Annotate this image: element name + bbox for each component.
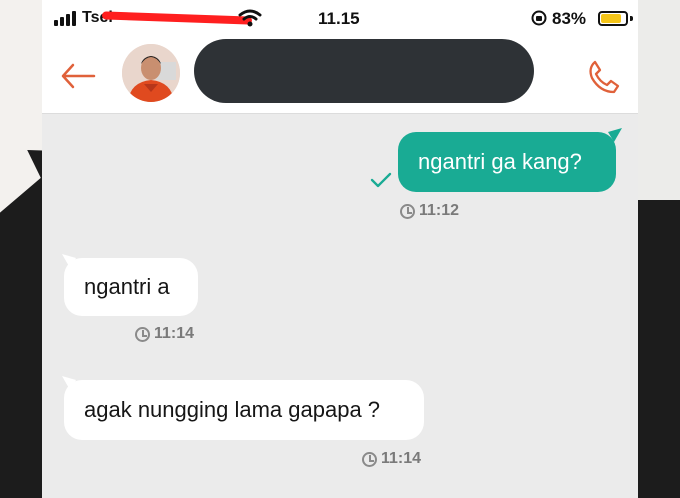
contact-name-redacted — [194, 39, 534, 103]
wifi-icon — [238, 9, 262, 27]
message-text: ngantri ga kang? — [418, 149, 582, 174]
status-time: 11.15 — [318, 9, 360, 28]
battery-nub — [630, 16, 633, 21]
message-bubble-outgoing[interactable]: ngantri ga kang? — [398, 132, 616, 192]
bubble-tail — [62, 254, 76, 268]
battery-percent: 83% — [552, 9, 587, 28]
read-checkmark-icon — [370, 172, 392, 188]
message-text: agak nungging lama gapapa ? — [84, 397, 381, 422]
timestamp-text: 11:14 — [381, 450, 422, 467]
phone-screen: Tsel 11.15 83% ngantri ga kang? 11:12 ng… — [42, 0, 638, 498]
message-text: ngantri a — [84, 274, 170, 299]
avatar-photo — [122, 44, 180, 102]
message-timestamp: 11:14 — [362, 450, 421, 468]
battery-icon — [598, 11, 628, 26]
status-bar: Tsel 11.15 83% — [42, 0, 638, 36]
chat-header — [42, 36, 638, 114]
message-timestamp: 11:12 — [400, 202, 459, 220]
clock-icon — [362, 451, 377, 467]
cellular-signal-icon — [54, 11, 76, 26]
message-bubble-incoming[interactable]: ngantri a — [64, 258, 198, 316]
orientation-lock-icon — [531, 10, 547, 26]
battery-level-fill — [601, 14, 621, 23]
phone-icon[interactable] — [586, 58, 620, 94]
bubble-tail — [62, 376, 76, 390]
message-timestamp: 11:14 — [135, 325, 194, 343]
contact-avatar[interactable] — [122, 44, 180, 102]
arrow-left-icon[interactable] — [58, 58, 98, 94]
redaction-scribble — [101, 11, 253, 25]
clock-icon — [135, 326, 150, 342]
bubble-tail — [608, 128, 622, 142]
message-bubble-incoming[interactable]: agak nungging lama gapapa ? — [64, 380, 424, 440]
timestamp-text: 11:12 — [419, 202, 460, 219]
timestamp-text: 11:14 — [154, 325, 195, 342]
clock-icon — [400, 203, 415, 219]
